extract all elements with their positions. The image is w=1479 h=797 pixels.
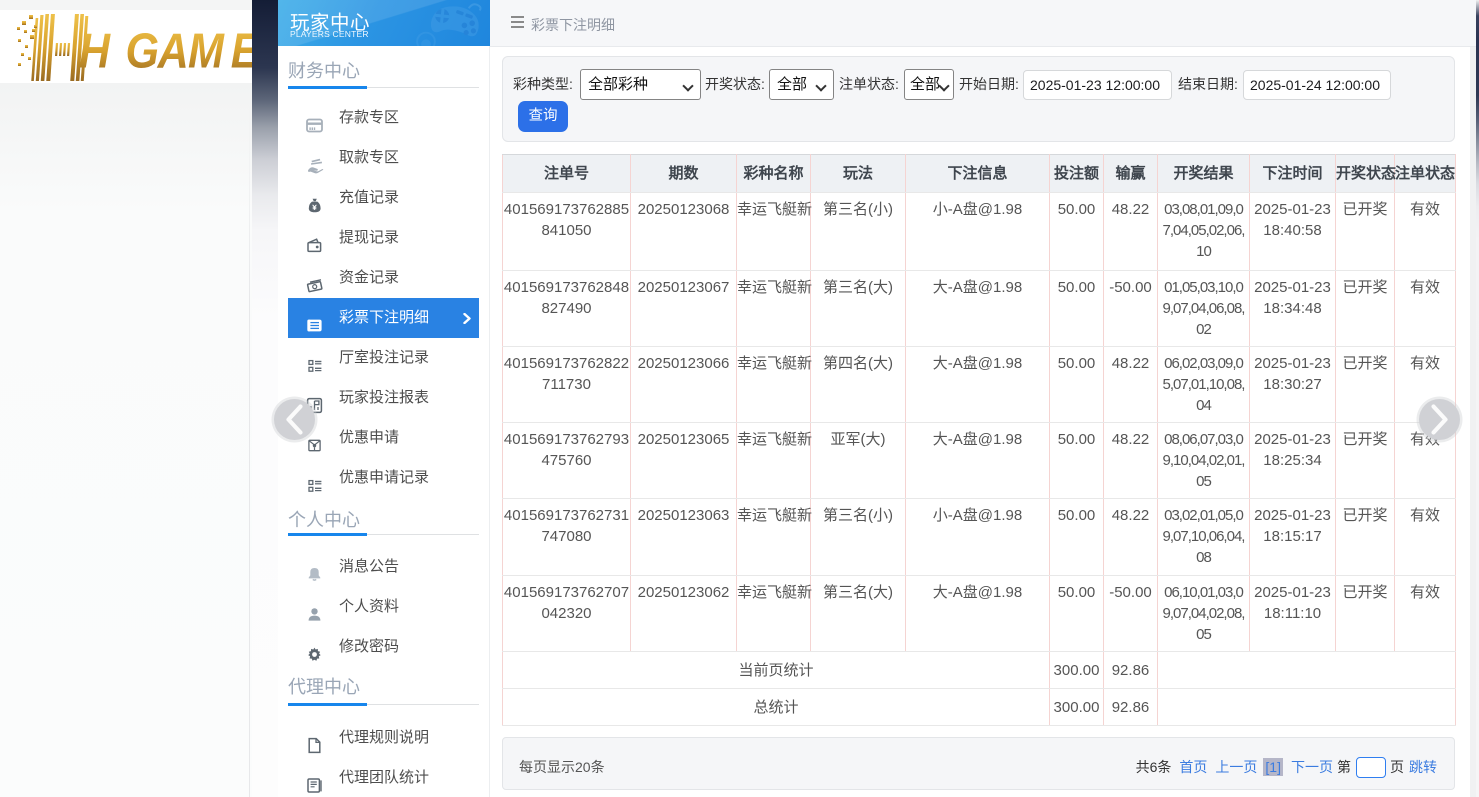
svg-text:H: H — [79, 23, 112, 78]
svg-text:A: A — [157, 23, 189, 78]
svg-text:M: M — [188, 23, 225, 78]
svg-text:G: G — [126, 23, 160, 78]
